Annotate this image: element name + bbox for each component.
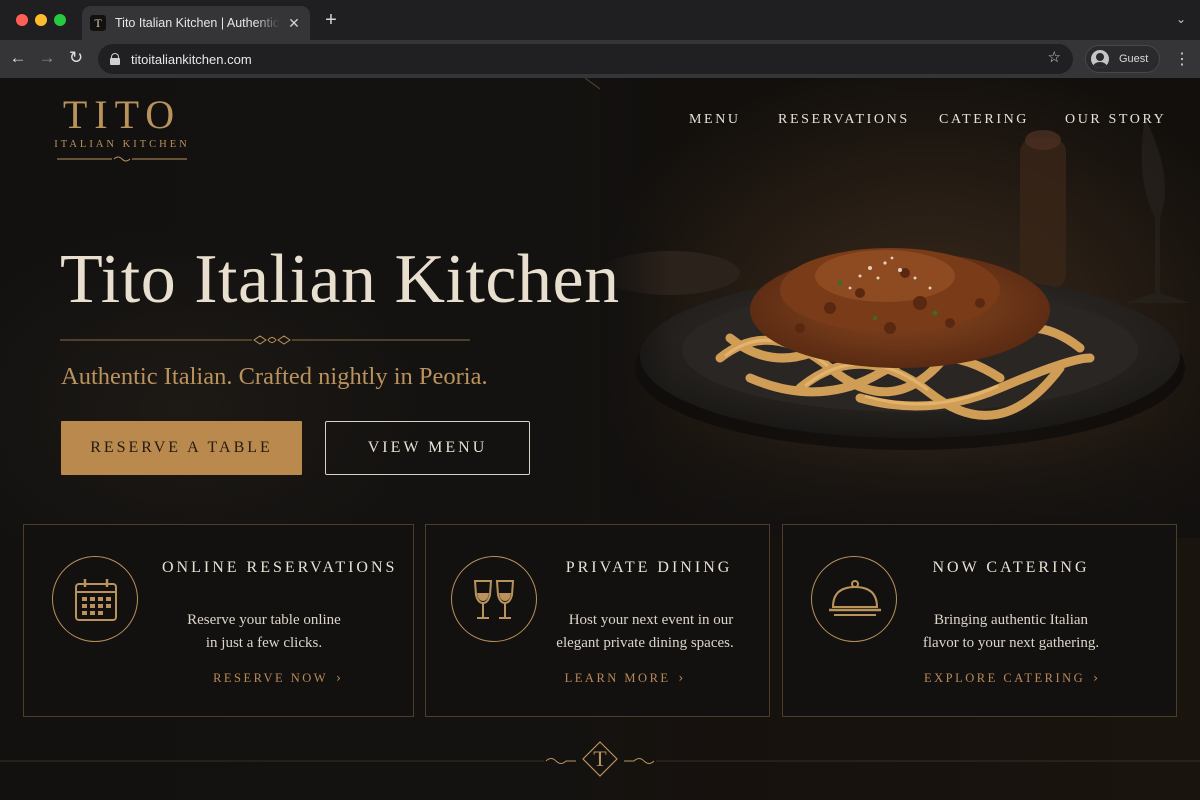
footer-monogram: T <box>593 746 607 771</box>
card-title: ONLINE RESERVATIONS <box>162 559 398 576</box>
profile-button[interactable]: Guest <box>1085 45 1160 73</box>
back-arrow-icon[interactable]: ← <box>7 48 29 68</box>
explore-catering-link[interactable]: EXPLORE CATERING › <box>921 671 1101 686</box>
url-text: titoitaliankitchen.com <box>131 51 252 67</box>
learn-more-link[interactable]: LEARN MORE › <box>556 671 692 686</box>
card-title: PRIVATE DINING <box>565 559 733 576</box>
calendar-icon <box>52 556 138 642</box>
address-bar[interactable]: titoitaliankitchen.com ☆ <box>98 44 1073 74</box>
avatar-icon <box>1091 50 1109 68</box>
hero-title: Tito Italian Kitchen <box>60 241 620 318</box>
hero-pasta-image <box>600 78 1200 538</box>
card-online-reservations: ONLINE RESERVATIONS Reserve your table o… <box>23 524 414 717</box>
close-tab-icon[interactable]: ✕ <box>286 15 302 32</box>
nav-item-menu[interactable]: MENU <box>689 112 741 128</box>
link-label: EXPLORE CATERING <box>924 671 1086 685</box>
card-text-line1: Reserve your table online <box>187 612 341 628</box>
link-label: RESERVE NOW <box>213 671 329 685</box>
forward-arrow-icon[interactable]: → <box>36 48 58 68</box>
hero-tagline: Authentic Italian. Crafted nightly in Pe… <box>61 363 488 390</box>
nav-item-our-story[interactable]: OUR STORY <box>1065 112 1166 128</box>
brand-subtitle: ITALIAN KITCHEN <box>54 139 190 150</box>
chevron-right-icon: › <box>1093 671 1098 685</box>
profile-label: Guest <box>1119 53 1149 65</box>
brand-logo[interactable]: TITO ITALIAN KITCHEN <box>52 93 192 168</box>
view-menu-button[interactable]: VIEW MENU <box>325 421 530 475</box>
reserve-table-button[interactable]: RESERVE A TABLE <box>61 421 302 475</box>
favicon: T <box>90 15 106 31</box>
maximize-window-button[interactable] <box>54 14 66 26</box>
browser-toolbar: ← → ↻ titoitaliankitchen.com ☆ Guest ⋮ <box>0 40 1200 78</box>
web-page: TITO ITALIAN KITCHEN MENU RESERVATIONS C… <box>0 78 1200 800</box>
chevron-right-icon: › <box>336 671 341 685</box>
card-text-line1: Bringing authentic Italian <box>933 612 1089 628</box>
bookmark-star-icon[interactable]: ☆ <box>1048 48 1061 66</box>
more-menu-icon[interactable]: ⋮ <box>1174 49 1190 69</box>
link-label: LEARN MORE <box>564 671 671 685</box>
card-text-line2: in just a few clicks. <box>205 635 323 651</box>
close-window-button[interactable] <box>16 14 28 26</box>
card-title: NOW CATERING <box>932 559 1090 576</box>
nav-item-catering[interactable]: CATERING <box>939 112 1029 128</box>
browser-tab[interactable]: T Tito Italian Kitchen | Authentic Itali… <box>82 6 310 40</box>
chevron-right-icon: › <box>678 671 684 685</box>
minimize-window-button[interactable] <box>35 14 47 26</box>
reserve-now-link[interactable]: RESERVE NOW › <box>162 671 392 686</box>
hero-divider-ornament <box>60 335 470 345</box>
cloche-icon <box>811 556 897 642</box>
nav-item-reservations[interactable]: RESERVATIONS <box>778 112 910 128</box>
card-private-dining: PRIVATE DINING Host your next event in o… <box>425 524 770 717</box>
card-text-line1: Host your next event in our <box>568 612 734 628</box>
card-text-line2: flavor to your next gathering. <box>922 635 1100 651</box>
browser-window: T Tito Italian Kitchen | Authentic Itali… <box>0 0 1200 800</box>
brand-name: TITO <box>62 92 182 137</box>
new-tab-icon[interactable]: + <box>321 9 341 32</box>
reload-icon[interactable]: ↻ <box>65 48 87 68</box>
wine-glasses-icon <box>451 556 537 642</box>
lock-icon <box>110 53 120 65</box>
brand-flourish-ornament <box>57 156 187 162</box>
tab-search-chevron-icon[interactable]: ⌄ <box>1176 12 1186 26</box>
tab-strip: T Tito Italian Kitchen | Authentic Itali… <box>0 0 1200 40</box>
tab-title: Tito Italian Kitchen | Authentic Italian <box>115 16 280 30</box>
card-text-line2: elegant private dining spaces. <box>556 635 734 651</box>
card-now-catering: NOW CATERING Bringing authentic Italian … <box>782 524 1177 717</box>
